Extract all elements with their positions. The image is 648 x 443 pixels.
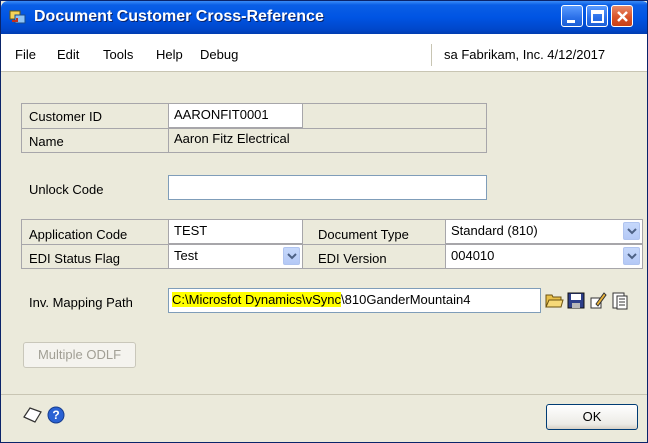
customer-id-label: Customer ID — [29, 109, 102, 124]
document-type-label: Document Type — [318, 227, 409, 242]
menu-help[interactable]: Help — [156, 47, 183, 62]
edit-icon — [590, 292, 607, 309]
menu-file[interactable]: File — [15, 47, 36, 62]
customer-id-field[interactable]: AARONFIT0001 — [168, 103, 303, 128]
document-type-value: Standard (810) — [451, 223, 538, 238]
path-remaining-part: \810GanderMountain4 — [341, 292, 471, 307]
document-type-arrow[interactable] — [623, 222, 640, 240]
save-button[interactable] — [566, 289, 586, 311]
browse-folder-button[interactable] — [544, 289, 564, 311]
minimize-icon — [567, 20, 575, 23]
bottom-divider — [1, 394, 647, 395]
edi-version-dropdown[interactable]: 004010 — [445, 244, 643, 269]
unlock-code-field[interactable] — [168, 175, 487, 200]
note-icon — [23, 407, 42, 423]
maximize-icon — [591, 10, 604, 23]
edi-status-flag-dropdown[interactable]: Test — [168, 244, 303, 269]
edi-version-value: 004010 — [451, 248, 495, 263]
name-label: Name — [29, 134, 64, 149]
note-button[interactable] — [21, 405, 43, 425]
help-icon: ? — [47, 406, 65, 424]
chevron-down-icon — [287, 253, 297, 260]
paste-button[interactable] — [610, 289, 630, 311]
menu-tools[interactable]: Tools — [103, 47, 133, 62]
save-icon — [567, 292, 585, 309]
menu-edit[interactable]: Edit — [57, 47, 79, 62]
edit-path-button[interactable] — [588, 289, 608, 311]
edi-version-arrow[interactable] — [623, 247, 640, 265]
window-title: Document Customer Cross-Reference — [34, 8, 324, 25]
close-icon — [617, 11, 628, 22]
unlock-code-label: Unlock Code — [29, 182, 104, 197]
path-highlighted-part: C:\Microsfot Dynamics\vSync — [172, 292, 342, 307]
minimize-button[interactable] — [561, 5, 583, 27]
window-icon — [9, 10, 26, 24]
folder-open-icon — [545, 294, 564, 308]
paste-icon — [612, 292, 628, 310]
menu-debug[interactable]: Debug — [200, 47, 238, 62]
multiple-odlf-button[interactable]: Multiple ODLF — [23, 342, 136, 368]
title-bar[interactable]: Document Customer Cross-Reference — [1, 1, 647, 34]
menu-bar: File Edit Tools Help Debug sa Fabrikam, … — [1, 34, 647, 72]
help-button[interactable]: ? — [47, 406, 65, 424]
company-info: sa Fabrikam, Inc. 4/12/2017 — [431, 44, 647, 66]
edi-status-flag-value: Test — [174, 248, 198, 263]
chevron-down-icon — [627, 228, 637, 235]
svg-text:?: ? — [52, 408, 59, 422]
name-field: Aaron Fitz Electrical — [168, 128, 487, 153]
maximize-button[interactable] — [586, 5, 608, 27]
edi-version-label: EDI Version — [318, 251, 387, 266]
document-type-dropdown[interactable]: Standard (810) — [445, 219, 643, 244]
close-button[interactable] — [611, 5, 633, 27]
inv-mapping-path-label: Inv. Mapping Path — [29, 295, 133, 310]
chevron-down-icon — [627, 253, 637, 260]
application-code-label: Application Code — [29, 227, 128, 242]
edi-status-flag-arrow[interactable] — [283, 247, 300, 265]
dialog-window: Document Customer Cross-Reference File E… — [0, 0, 648, 443]
inv-mapping-path-field[interactable]: C:\Microsfot Dynamics\vSync\810GanderMou… — [168, 288, 541, 313]
edi-status-flag-label: EDI Status Flag — [29, 251, 121, 266]
ok-button[interactable]: OK — [546, 404, 638, 430]
application-code-field[interactable]: TEST — [168, 219, 303, 244]
